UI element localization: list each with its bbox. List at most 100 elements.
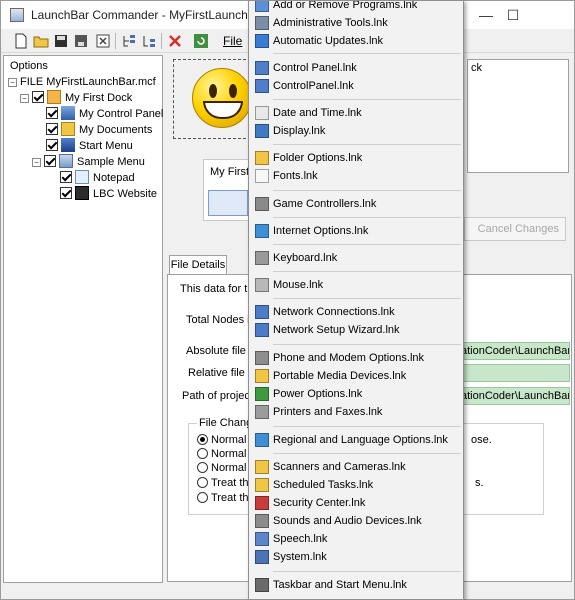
tree-dock-node[interactable]: − My First Dock: [20, 90, 132, 106]
menu-separator: [273, 571, 461, 572]
menu-item[interactable]: Phone and Modem Options.lnk: [249, 349, 463, 367]
menu-item-label: Internet Options.lnk: [273, 225, 369, 237]
tree-panel: Options − FILE MyFirstLaunchBar.mcf − My F…: [3, 55, 163, 583]
absolute-path-field[interactable]: ationCoder\LaunchBar: [458, 342, 570, 360]
checkbox[interactable]: [32, 91, 44, 103]
speech-icon: [255, 532, 269, 546]
group-note: s.: [475, 477, 484, 489]
control-panel-popup-menu: Add or Remove Programs.lnk Administrative…: [248, 0, 464, 600]
checkbox[interactable]: [46, 139, 58, 151]
menu-item-label: Phone and Modem Options.lnk: [273, 352, 425, 364]
menu-item[interactable]: Date and Time.lnk: [249, 104, 463, 122]
speaker-icon: [255, 514, 269, 528]
new-file-icon[interactable]: [13, 33, 29, 49]
dock-preview-button[interactable]: [208, 190, 248, 216]
menu-item[interactable]: Speech.lnk: [249, 530, 463, 548]
menu-item[interactable]: Internet Options.lnk: [249, 222, 463, 240]
tree-sample-menu[interactable]: − Sample Menu: [32, 154, 145, 170]
menu-item-label: Scanners and Cameras.lnk: [273, 461, 406, 473]
phone-icon: [255, 351, 269, 365]
collapse-toggle[interactable]: −: [8, 78, 17, 87]
checkbox[interactable]: [46, 107, 58, 119]
save-as-icon[interactable]: [73, 33, 89, 49]
fonts-icon: [255, 169, 269, 183]
tree-options[interactable]: Options: [10, 58, 48, 74]
menu-item[interactable]: Portable Media Devices.lnk: [249, 367, 463, 385]
delete-icon[interactable]: [167, 33, 183, 49]
menu-item[interactable]: Network Setup Wizard.lnk: [249, 321, 463, 339]
menu-item[interactable]: Network Connections.lnk: [249, 303, 463, 321]
menu-item[interactable]: ControlPanel.lnk: [249, 77, 463, 95]
globe-icon: [255, 433, 269, 447]
minimize-button[interactable]: —: [471, 5, 501, 25]
menu-item[interactable]: Display.lnk: [249, 122, 463, 140]
menu-item-label: Game Controllers.lnk: [273, 198, 377, 210]
folder-icon: [255, 460, 269, 474]
notes-field[interactable]: ck: [467, 59, 569, 173]
open-folder-icon[interactable]: [33, 33, 49, 49]
menu-item[interactable]: Automatic Updates.lnk: [249, 32, 463, 50]
checkbox[interactable]: [60, 187, 72, 199]
move-down-icon[interactable]: [141, 33, 157, 49]
tree-item[interactable]: Start Menu: [46, 138, 133, 154]
menu-item[interactable]: Control Panel.lnk: [249, 59, 463, 77]
menu-item-label: Folder Options.lnk: [273, 152, 363, 164]
move-up-icon[interactable]: [121, 33, 137, 49]
menu-item-label: Automatic Updates.lnk: [273, 35, 384, 47]
menu-item[interactable]: Game Controllers.lnk: [249, 195, 463, 213]
cancel-changes-button[interactable]: Cancel Changes: [464, 217, 566, 241]
menu-item[interactable]: Taskbar and Start Menu.lnk: [249, 576, 463, 594]
menu-item[interactable]: Scanners and Cameras.lnk: [249, 458, 463, 476]
file-menu[interactable]: File: [223, 34, 242, 48]
power-icon: [255, 387, 269, 401]
clock-icon: [255, 106, 269, 120]
checkbox[interactable]: [46, 123, 58, 135]
checkbox[interactable]: [60, 171, 72, 183]
menu-item[interactable]: Mouse.lnk: [249, 276, 463, 294]
display-icon: [255, 124, 269, 138]
menu-item[interactable]: Power Options.lnk: [249, 385, 463, 403]
keyboard-icon: [255, 251, 269, 265]
menu-item[interactable]: Sounds and Audio Devices.lnk: [249, 512, 463, 530]
menu-item[interactable]: Regional and Language Options.lnk: [249, 431, 463, 449]
tree-file-node[interactable]: − FILE MyFirstLaunchBar.mcf: [8, 74, 156, 90]
close-file-icon[interactable]: [95, 33, 111, 49]
menu-item-label: ControlPanel.lnk: [273, 80, 354, 92]
menu-item-label: Sounds and Audio Devices.lnk: [273, 515, 422, 527]
control-panel-icon: [255, 79, 269, 93]
radio-option[interactable]: Treat the: [197, 492, 255, 504]
printer-icon: [255, 405, 269, 419]
relative-path-field[interactable]: [458, 364, 570, 382]
tree-item[interactable]: My Documents: [46, 122, 152, 138]
menu-item-label: Fonts.lnk: [273, 170, 318, 182]
menu-item[interactable]: Keyboard.lnk: [249, 249, 463, 267]
folder-icon: [61, 122, 75, 136]
tree-item[interactable]: My Control Panel: [46, 106, 163, 122]
menu-item[interactable]: System.lnk: [249, 548, 463, 566]
total-nodes-label: Total Nodes in: [186, 314, 256, 326]
menu-item[interactable]: Administrative Tools.lnk: [249, 14, 463, 32]
start-menu-icon: [61, 138, 75, 152]
menu-item-label: Scheduled Tasks.lnk: [273, 479, 374, 491]
menu-item[interactable]: Add or Remove Programs.lnk: [249, 1, 463, 14]
menu-item[interactable]: Scheduled Tasks.lnk: [249, 476, 463, 494]
maximize-button[interactable]: ☐: [498, 5, 528, 25]
menu-item[interactable]: Folder Options.lnk: [249, 149, 463, 167]
tree-item[interactable]: Notepad: [60, 170, 135, 186]
tab-file-details[interactable]: File Details: [169, 255, 227, 275]
dock-icon: [47, 90, 61, 104]
control-panel-icon: [61, 106, 75, 120]
project-path-field[interactable]: ationCoder\LaunchBar: [458, 387, 570, 405]
tree-item[interactable]: LBC Website: [60, 186, 157, 202]
menu-item-label: Printers and Faxes.lnk: [273, 406, 383, 418]
folder-icon: [255, 151, 269, 165]
menu-item[interactable]: Printers and Faxes.lnk: [249, 403, 463, 421]
checkbox[interactable]: [44, 155, 56, 167]
radio-option[interactable]: Treat the: [197, 477, 255, 489]
collapse-toggle[interactable]: −: [32, 158, 41, 167]
menu-item[interactable]: Fonts.lnk: [249, 167, 463, 185]
refresh-icon[interactable]: [193, 33, 209, 49]
menu-item[interactable]: Security Center.lnk: [249, 494, 463, 512]
save-icon[interactable]: [53, 33, 69, 49]
collapse-toggle[interactable]: −: [20, 94, 29, 103]
